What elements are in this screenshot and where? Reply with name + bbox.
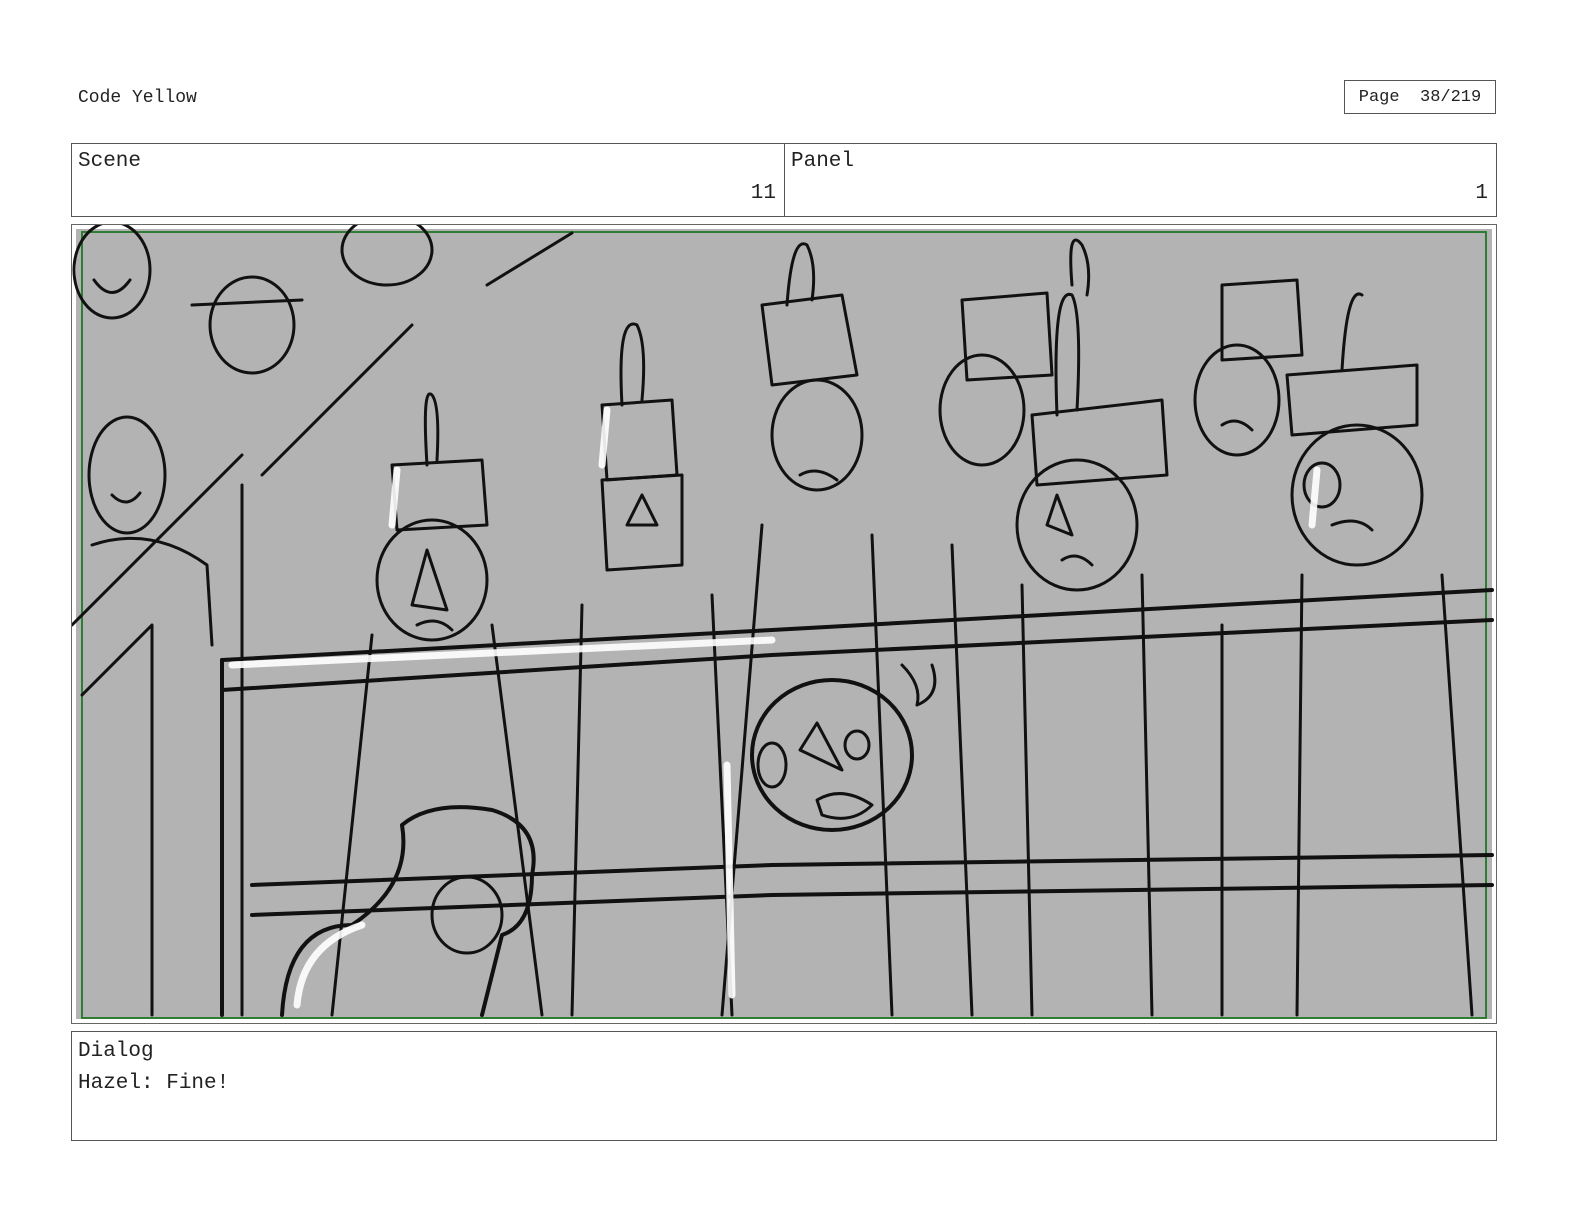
hat-highlight (388, 466, 401, 529)
face-highlight (1308, 466, 1321, 529)
storyboard-panel (71, 224, 1497, 1024)
scene-number: 11 (750, 182, 776, 205)
scene-cell: Scene 11 (72, 144, 785, 216)
page-label: Page (1358, 88, 1400, 107)
post-highlight (723, 761, 736, 999)
dialog-text: Hazel: Fine! (78, 1072, 230, 1095)
dialog-label: Dialog (78, 1040, 154, 1063)
panel-cell: Panel 1 (785, 144, 1496, 216)
scene-panel-header: Scene 11 Panel 1 (71, 143, 1497, 217)
page-number: 38/219 (1420, 88, 1482, 107)
storyboard-sketch-image (72, 225, 1494, 1019)
panel-label: Panel (791, 150, 855, 173)
panel-number: 1 (1475, 182, 1488, 205)
hat-highlight (598, 406, 611, 469)
page-indicator: Page 38/219 (1344, 80, 1496, 114)
dialog-box: Dialog Hazel: Fine! (71, 1031, 1497, 1141)
scene-label: Scene (78, 150, 142, 173)
document-title: Code Yellow (78, 88, 197, 108)
